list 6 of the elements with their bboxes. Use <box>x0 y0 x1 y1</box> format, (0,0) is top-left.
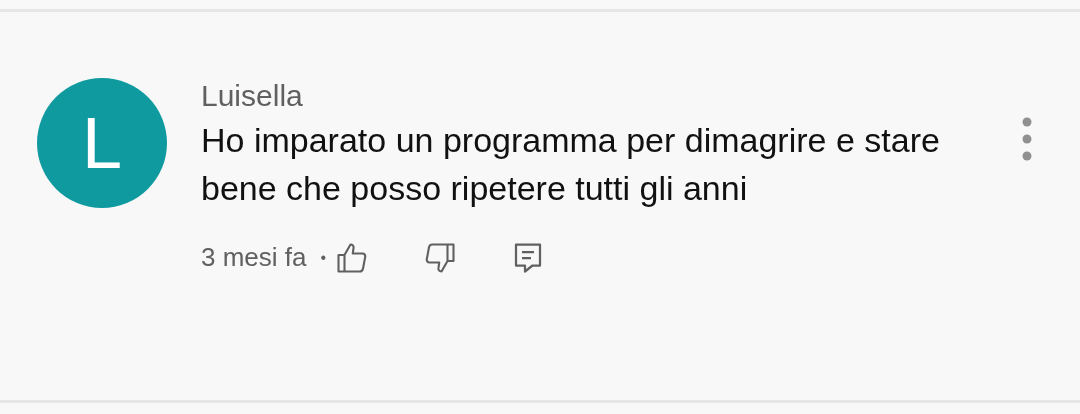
author-name[interactable]: Luisella <box>201 76 961 116</box>
separator-dot: • <box>320 247 327 268</box>
timestamp: 3 mesi fa <box>201 241 307 274</box>
more-options-icon[interactable] <box>1021 116 1033 162</box>
comment-text: Ho imparato un programma per dimagrire e stare bene che posso ripetere tutti gli anni <box>201 120 941 209</box>
avatar: L <box>37 78 167 208</box>
